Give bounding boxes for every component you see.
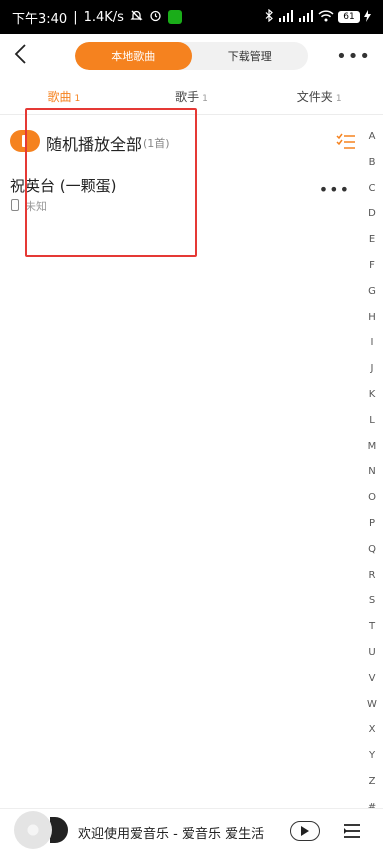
alphabet-letter[interactable]: V [369, 666, 376, 692]
more-options-icon[interactable]: ••• [336, 46, 371, 67]
alphabet-letter[interactable]: W [367, 692, 377, 718]
alphabet-letter[interactable]: E [369, 227, 375, 253]
bluetooth-icon [265, 8, 274, 25]
status-time: 下午3:40 [12, 11, 68, 27]
alphabet-letter[interactable]: S [369, 588, 375, 614]
wifi-icon [318, 9, 334, 25]
signal-strength-icon-2 [298, 9, 314, 25]
alphabet-letter[interactable]: A [369, 124, 376, 150]
song-artist: 未知 [25, 200, 47, 213]
wechat-icon [167, 10, 182, 24]
shuffle-all-label: 随机播放全部 [46, 135, 143, 154]
battery-icon: 61 [338, 11, 360, 23]
alphabet-letter[interactable]: K [369, 382, 376, 408]
alphabet-letter[interactable]: D [368, 201, 376, 227]
tab-artists-count: 1 [202, 93, 208, 104]
alarm-clock-icon [149, 9, 162, 26]
multi-select-list-icon[interactable] [336, 132, 356, 152]
song-title: 祝英台 (一颗蛋) [10, 177, 117, 195]
album-disc-edge [50, 817, 68, 843]
alphabet-letter[interactable]: J [371, 356, 374, 382]
alphabet-letter[interactable]: I [371, 330, 374, 356]
alphabet-letter[interactable]: N [368, 459, 375, 485]
shuffle-play-icon[interactable] [10, 130, 40, 152]
tab-artists[interactable]: 歌手 1 [128, 88, 256, 105]
category-tabs: 歌曲 1 歌手 1 文件夹 1 [0, 78, 383, 114]
status-bar: 下午3:40 | 1.4K/s 61 [0, 0, 383, 34]
alphabet-letter[interactable]: X [369, 717, 376, 743]
album-art-disc[interactable] [14, 811, 52, 849]
mute-bell-icon [130, 9, 143, 26]
tab-artists-label: 歌手 [175, 89, 200, 104]
alphabet-letter[interactable]: P [369, 511, 375, 537]
signal-strength-icon [278, 9, 294, 25]
alphabet-letter[interactable]: L [369, 408, 375, 434]
alphabet-letter[interactable]: H [368, 305, 376, 331]
alphabet-letter[interactable]: Z [369, 769, 376, 795]
alphabet-letter[interactable]: R [369, 563, 376, 589]
tab-songs[interactable]: 歌曲 1 [0, 88, 128, 105]
playlist-queue-icon[interactable] [342, 822, 362, 840]
tab-folders[interactable]: 文件夹 1 [255, 88, 383, 105]
alphabet-index[interactable]: ABCDEFGHIJKLMNOPQRSTUVWXYZ# [362, 124, 382, 821]
segment-control: 本地歌曲 下载管理 [75, 42, 308, 70]
alphabet-letter[interactable]: Q [368, 537, 376, 563]
top-header: 本地歌曲 下载管理 ••• [0, 34, 383, 78]
song-more-options-icon[interactable]: ••• [319, 180, 350, 199]
segment-download-manager[interactable]: 下载管理 [192, 42, 309, 70]
alphabet-letter[interactable]: T [369, 614, 375, 640]
alphabet-letter[interactable]: G [368, 279, 376, 305]
alphabet-letter[interactable]: B [369, 150, 376, 176]
alphabet-letter[interactable]: F [369, 253, 375, 279]
shuffle-all-row[interactable]: 随机播放全部 (1首) [0, 122, 360, 162]
play-button-icon[interactable] [290, 821, 320, 841]
tab-songs-label: 歌曲 [47, 89, 72, 104]
shuffle-song-count: (1首) [143, 137, 170, 150]
tab-songs-count: 1 [74, 93, 81, 104]
status-separator: | [73, 9, 78, 25]
alphabet-letter[interactable]: M [368, 434, 377, 460]
alphabet-letter[interactable]: C [369, 176, 376, 202]
alphabet-letter[interactable]: Y [369, 743, 375, 769]
charging-bolt-icon [364, 9, 371, 25]
now-playing-text: 欢迎使用爱音乐 - 爱音乐 爱生活 [78, 827, 265, 842]
tab-folders-label: 文件夹 [296, 89, 333, 104]
local-phone-icon [11, 199, 19, 211]
back-arrow-icon[interactable] [10, 42, 34, 66]
mini-player[interactable]: 欢迎使用爱音乐 - 爱音乐 爱生活 [0, 808, 383, 851]
song-list-item[interactable]: 祝英台 (一颗蛋) 未知 ••• [0, 166, 360, 224]
tab-folders-count: 1 [335, 93, 342, 104]
tab-divider [0, 114, 383, 115]
alphabet-letter[interactable]: O [368, 485, 376, 511]
alphabet-letter[interactable]: U [368, 640, 375, 666]
segment-local-songs[interactable]: 本地歌曲 [75, 42, 192, 70]
network-speed: 1.4K/s [83, 9, 124, 25]
